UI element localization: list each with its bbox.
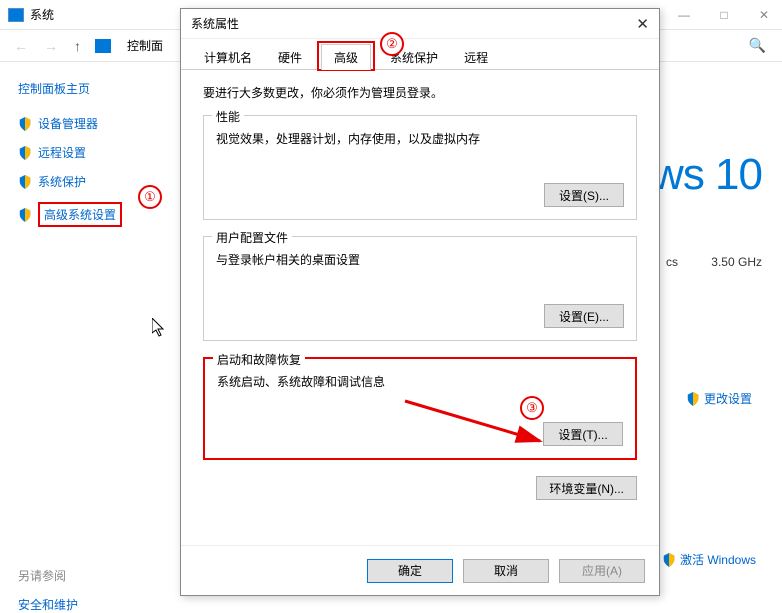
- see-also-label: 另请参阅: [18, 567, 162, 584]
- window-controls: — □ ✕: [674, 8, 774, 22]
- apply-button[interactable]: 应用(A): [559, 559, 645, 583]
- sidebar-item-label: 设备管理器: [38, 115, 98, 132]
- group-desc: 视觉效果，处理器计划，内存使用，以及虚拟内存: [216, 130, 624, 147]
- environment-variables-button[interactable]: 环境变量(N)...: [536, 476, 637, 500]
- group-desc: 与登录帐户相关的桌面设置: [216, 251, 624, 268]
- shield-icon: [18, 207, 32, 223]
- shield-icon: [662, 552, 676, 568]
- link-label: 更改设置: [704, 390, 752, 407]
- tab-computer-name[interactable]: 计算机名: [191, 44, 265, 70]
- cursor-icon: [152, 318, 168, 343]
- search-icon[interactable]: 🔍: [749, 37, 776, 54]
- sidebar-item-label: 安全和维护: [18, 596, 78, 613]
- annotation-1: ①: [138, 185, 162, 209]
- windows-brand: ws 10: [652, 150, 762, 200]
- sidebar-device-manager[interactable]: 设备管理器: [18, 115, 162, 132]
- group-title: 用户配置文件: [212, 229, 292, 246]
- dialog-title-bar: 系统属性 ✕: [181, 9, 659, 39]
- up-icon[interactable]: ↑: [66, 38, 89, 54]
- performance-settings-button[interactable]: 设置(S)...: [544, 183, 624, 207]
- close-icon[interactable]: ✕: [754, 8, 774, 22]
- admin-note: 要进行大多数更改，你必须作为管理员登录。: [203, 84, 637, 101]
- tab-hardware[interactable]: 硬件: [265, 44, 315, 70]
- annotation-2: ②: [380, 32, 404, 56]
- tab-advanced[interactable]: 高级: [321, 44, 371, 70]
- shield-icon: [18, 174, 32, 190]
- system-properties-dialog: 系统属性 ✕ 计算机名 硬件 高级 系统保护 远程 要进行大多数更改，你必须作为…: [180, 8, 660, 596]
- user-profile-settings-button[interactable]: 设置(E)...: [544, 304, 624, 328]
- group-title: 启动和故障恢复: [213, 351, 305, 368]
- breadcrumb[interactable]: 控制面: [117, 37, 163, 54]
- group-title: 性能: [212, 108, 244, 125]
- link-label: 激活 Windows: [680, 551, 756, 568]
- startup-settings-button[interactable]: 设置(T)...: [543, 422, 623, 446]
- performance-group: 性能 视觉效果，处理器计划，内存使用，以及虚拟内存 设置(S)...: [203, 115, 637, 220]
- sidebar-security[interactable]: 安全和维护: [18, 596, 162, 613]
- address-icon: [95, 39, 111, 53]
- ok-button[interactable]: 确定: [367, 559, 453, 583]
- change-settings-link[interactable]: 更改设置: [686, 390, 752, 407]
- sidebar-remote[interactable]: 远程设置: [18, 144, 162, 161]
- shield-icon: [18, 145, 32, 161]
- maximize-icon[interactable]: □: [714, 8, 734, 22]
- env-var-row: 环境变量(N)...: [203, 476, 637, 500]
- back-icon[interactable]: ←: [6, 38, 36, 54]
- startup-recovery-group: 启动和故障恢复 系统启动、系统故障和调试信息 设置(T)...: [203, 357, 637, 460]
- system-icon: [8, 8, 24, 22]
- dialog-title: 系统属性: [191, 15, 239, 32]
- sidebar-item-label: 系统保护: [38, 173, 86, 190]
- sidebar-system-protection[interactable]: 系统保护: [18, 173, 162, 190]
- highlight-box-2: 高级: [317, 41, 375, 71]
- sidebar-item-label: 远程设置: [38, 144, 86, 161]
- forward-icon[interactable]: →: [36, 38, 66, 54]
- annotation-3: ③: [520, 396, 544, 420]
- dialog-footer: 确定 取消 应用(A): [181, 545, 659, 595]
- minimize-icon[interactable]: —: [674, 8, 694, 22]
- spec-col: cs: [666, 255, 678, 269]
- close-icon[interactable]: ✕: [636, 15, 649, 33]
- tabs: 计算机名 硬件 高级 系统保护 远程: [181, 39, 659, 70]
- sidebar-item-label: 高级系统设置: [44, 208, 116, 222]
- shield-icon: [18, 116, 32, 132]
- cancel-button[interactable]: 取消: [463, 559, 549, 583]
- shield-icon: [686, 391, 700, 407]
- windows-10-text: ws 10: [652, 150, 762, 199]
- window-title: 系统: [30, 6, 54, 23]
- group-desc: 系统启动、系统故障和调试信息: [217, 373, 623, 390]
- tab-remote[interactable]: 远程: [451, 44, 501, 70]
- user-profile-group: 用户配置文件 与登录帐户相关的桌面设置 设置(E)...: [203, 236, 637, 341]
- spec-col: 3.50 GHz: [711, 255, 762, 269]
- sidebar-advanced-settings[interactable]: 高级系统设置: [18, 202, 162, 227]
- sidebar-title[interactable]: 控制面板主页: [18, 80, 162, 97]
- dialog-body: 要进行大多数更改，你必须作为管理员登录。 性能 视觉效果，处理器计划，内存使用，…: [181, 70, 659, 514]
- highlight-box-1: 高级系统设置: [38, 202, 122, 227]
- activate-windows-link[interactable]: 激活 Windows: [662, 551, 756, 568]
